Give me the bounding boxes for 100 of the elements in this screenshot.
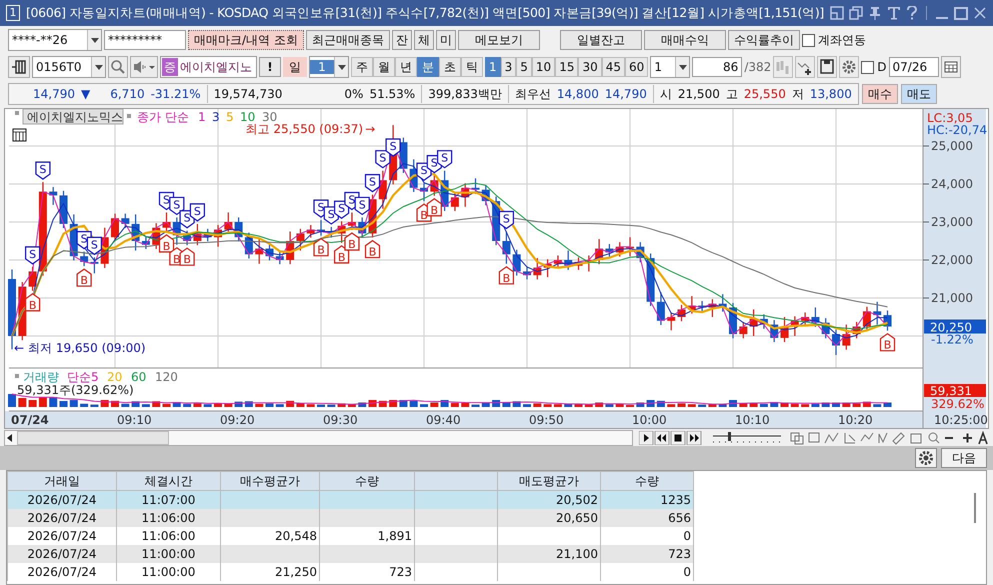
account-link-checkbox[interactable]: 계좌연동: [802, 32, 866, 48]
toolbar-button[interactable]: 잔: [392, 30, 412, 50]
toolbar-button[interactable]: 매매수익: [644, 30, 726, 50]
period-count-dropdown[interactable]: 1: [309, 56, 349, 78]
toolbar-button[interactable]: 매매마크/내역 조회: [188, 30, 304, 50]
candlestick: [358, 217, 366, 238]
x-axis-label: 09:20: [220, 413, 255, 427]
help-icon[interactable]: [906, 6, 918, 20]
password-field[interactable]: *********: [104, 30, 186, 50]
price-change: 6,710: [110, 87, 145, 101]
scroll-left-icon[interactable]: [5, 433, 15, 443]
interval-tab[interactable]: 60: [625, 57, 648, 77]
settings-icon[interactable]: [915, 448, 937, 468]
table-cell: 656: [600, 509, 694, 527]
candlestick: [626, 237, 634, 256]
unit-tab[interactable]: 년: [395, 57, 417, 77]
unit-tab[interactable]: 틱: [461, 57, 483, 77]
interval-tab[interactable]: 45: [602, 57, 626, 77]
x-axis-label: 10:20: [838, 413, 873, 427]
candlestick: [224, 212, 232, 234]
table-row[interactable]: 2026/07/24 11:07:00 20,502 1235: [8, 490, 694, 509]
candlestick: [801, 312, 810, 325]
volume-rate: 329.62%: [931, 397, 984, 411]
legend-item: 거래량: [23, 370, 59, 384]
caret-icon: [90, 38, 98, 42]
interval-tab[interactable]: 10: [532, 57, 556, 77]
stock-tab[interactable]: 에이치엘지노믹스: [22, 109, 124, 124]
stock-code-field[interactable]: 0156T0: [32, 56, 106, 78]
chart-layout-icon[interactable]: [8, 56, 30, 78]
candlestick: [822, 318, 830, 338]
toolbar-button[interactable]: 최근매매종목: [306, 30, 390, 50]
maximize-icon[interactable]: [954, 6, 968, 20]
panel-handle-icon[interactable]: [15, 374, 19, 378]
legend-item: 10: [240, 110, 256, 124]
candlestick: [28, 266, 37, 291]
copy-window-icon[interactable]: [849, 6, 863, 20]
horizontal-scrollbar[interactable]: [4, 430, 633, 446]
zoom-slider[interactable]: [711, 431, 783, 445]
candlestick: [523, 266, 531, 280]
stock-name-field[interactable]: 증 에이치엘지노: [160, 56, 257, 78]
x-axis-label: 10:10: [735, 413, 770, 427]
candlestick: [595, 239, 604, 264]
calendar-icon[interactable]: [940, 56, 961, 78]
candlestick: [214, 225, 222, 247]
interval-tab[interactable]: 1: [485, 57, 501, 77]
buy-button[interactable]: 매수: [862, 84, 898, 104]
caret-icon: [94, 64, 102, 70]
candlestick: [244, 232, 253, 258]
unit-tab[interactable]: 분: [417, 57, 439, 77]
unit-tab[interactable]: 초: [439, 57, 461, 77]
unit-tab[interactable]: 주: [351, 57, 373, 77]
save-icon[interactable]: [817, 56, 838, 78]
settings-icon[interactable]: [839, 56, 860, 78]
candlestick: [121, 214, 130, 228]
font-icon[interactable]: [887, 6, 901, 20]
account-field[interactable]: ****-**26: [8, 29, 102, 51]
search-icon[interactable]: [108, 56, 128, 78]
panel-handle-icon[interactable]: [15, 111, 19, 115]
open-price: 21,500: [678, 87, 720, 101]
toolbar-button[interactable]: 메모보기: [458, 30, 540, 50]
trade-amount: 399,833백만: [428, 86, 502, 102]
interval-tab[interactable]: 3: [500, 57, 516, 77]
best-quote-label: 최우선: [514, 86, 551, 102]
pin-icon[interactable]: [868, 6, 882, 20]
interval-tab[interactable]: 5: [516, 57, 532, 77]
table-row[interactable]: 2026/07/24 11:00:00 21,100 723: [8, 545, 694, 563]
y-axis-label: 25,000: [931, 139, 973, 153]
toolbar-button[interactable]: 수익률추이: [728, 30, 800, 50]
table-cell: 11:06:00: [116, 509, 220, 527]
candlestick: [512, 250, 521, 276]
table-row[interactable]: 2026/07/24 11:00:00 21,250 723 0: [8, 563, 694, 581]
unit-tab[interactable]: 월: [373, 57, 395, 77]
table-row[interactable]: 2026/07/24 11:06:00 20,650 656: [8, 509, 694, 527]
panel-handle-icon[interactable]: [127, 114, 131, 118]
date-field[interactable]: 07/26: [888, 57, 939, 77]
table-cell: 11:07:00: [116, 490, 220, 509]
layout-icon[interactable]: [830, 6, 844, 20]
count-field[interactable]: 86: [692, 57, 742, 77]
table-icon[interactable]: [12, 128, 26, 142]
step-dropdown[interactable]: 1: [650, 56, 690, 78]
ask-price: 14,800: [556, 87, 599, 101]
period-button[interactable]: 일: [283, 57, 307, 77]
table-cell: 20,650: [498, 509, 600, 527]
buy-marker: B: [880, 332, 896, 352]
next-button[interactable]: 다음: [941, 448, 987, 468]
interval-tab[interactable]: 30: [578, 57, 602, 77]
table-cell: 723: [320, 563, 414, 581]
toolbar-button[interactable]: 일별잔고: [560, 30, 642, 50]
sell-button[interactable]: 매도: [900, 84, 937, 104]
toolbar-button[interactable]: 체: [414, 30, 434, 50]
y-axis-label: 24,000: [931, 177, 973, 191]
toolbar-button[interactable]: 미: [436, 30, 456, 50]
interval-tab[interactable]: 15: [555, 57, 578, 77]
alert-button[interactable]: !: [259, 57, 281, 77]
speaker-dropdown-icon[interactable]: [130, 56, 158, 78]
caret-icon: [678, 64, 687, 70]
close-icon[interactable]: [973, 6, 987, 20]
d-checkbox[interactable]: D: [861, 60, 887, 74]
chart-tools-drawing[interactable]: [789, 431, 989, 445]
window-number: 1: [6, 5, 20, 21]
